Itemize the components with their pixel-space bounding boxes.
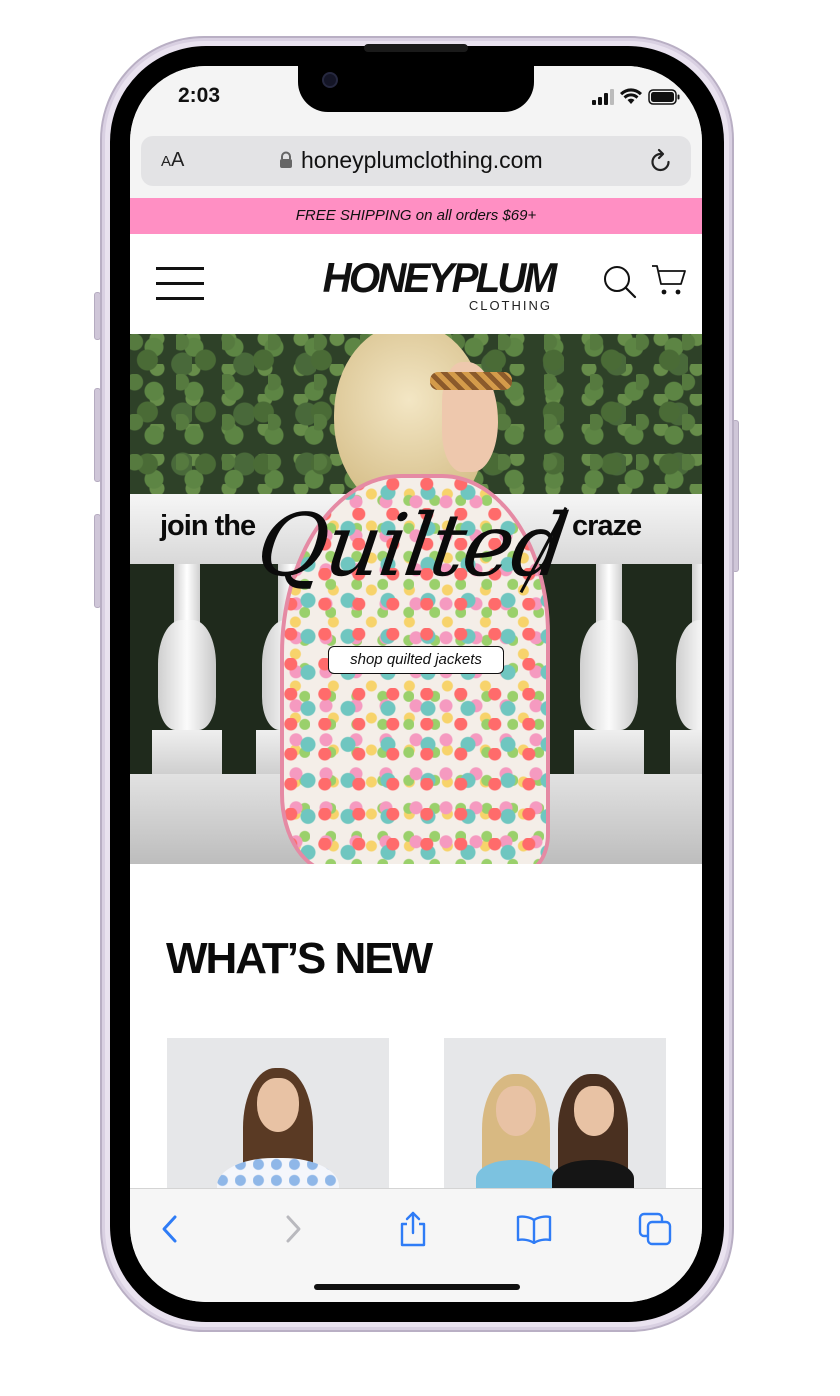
hero-tagline-start: join the — [160, 510, 256, 542]
hero-tagline-end: craze — [572, 510, 642, 542]
hero-banner[interactable]: join the Quilted craze shop quilted jack… — [130, 334, 702, 864]
lock-icon — [279, 151, 293, 174]
earpiece-speaker — [364, 44, 468, 52]
search-icon[interactable] — [602, 264, 638, 305]
status-icons — [592, 88, 680, 110]
product-card[interactable] — [167, 1038, 389, 1188]
hamburger-icon[interactable] — [156, 267, 204, 301]
logo-subtitle: CLOTHING — [468, 298, 552, 313]
baluster — [670, 564, 702, 774]
reload-icon[interactable] — [649, 148, 673, 179]
share-icon[interactable] — [393, 1211, 433, 1247]
product-model-photo — [217, 1068, 339, 1188]
baluster — [152, 564, 222, 774]
phone-screen: 2:03 AA honeyplumclothing.com FREE SHIPP… — [130, 66, 702, 1302]
tabs-icon[interactable] — [635, 1211, 675, 1247]
cellular-signal-icon — [592, 88, 614, 110]
address-bar[interactable]: AA honeyplumclothing.com — [141, 136, 691, 186]
device-stage: 2:03 AA honeyplumclothing.com FREE SHIPP… — [0, 0, 840, 1396]
logo-wordmark: HONEYPLUM — [322, 254, 557, 301]
book-icon[interactable] — [514, 1211, 554, 1247]
status-time: 2:03 — [178, 84, 221, 107]
hero-model-photo — [280, 334, 580, 864]
notch — [298, 66, 534, 112]
product-card[interactable] — [444, 1038, 666, 1188]
cart-icon[interactable] — [650, 262, 688, 303]
whats-new-heading: WHAT’S NEW — [166, 934, 433, 983]
url-text[interactable]: honeyplumclothing.com — [301, 147, 543, 174]
product-model-photo — [552, 1074, 634, 1188]
site-logo[interactable]: HONEYPLUM CLOTHING — [298, 254, 557, 316]
free-shipping-banner[interactable]: FREE SHIPPING on all orders $69+ — [130, 198, 702, 234]
front-camera — [322, 72, 338, 88]
back-icon[interactable] — [150, 1211, 190, 1247]
wifi-icon — [620, 88, 642, 110]
text-size-button[interactable]: AA — [161, 149, 184, 172]
shop-quilted-jackets-button[interactable]: shop quilted jackets — [328, 646, 504, 674]
forward-icon[interactable] — [273, 1211, 313, 1247]
home-indicator[interactable] — [314, 1284, 520, 1290]
battery-icon — [648, 88, 680, 110]
baluster — [574, 564, 644, 774]
browser-toolbar — [130, 1188, 702, 1302]
browser-address-area: AA honeyplumclothing.com — [130, 128, 702, 198]
product-model-photo — [476, 1074, 556, 1188]
model-sunglasses — [430, 372, 512, 390]
site-header: HONEYPLUM CLOTHING — [130, 234, 702, 334]
